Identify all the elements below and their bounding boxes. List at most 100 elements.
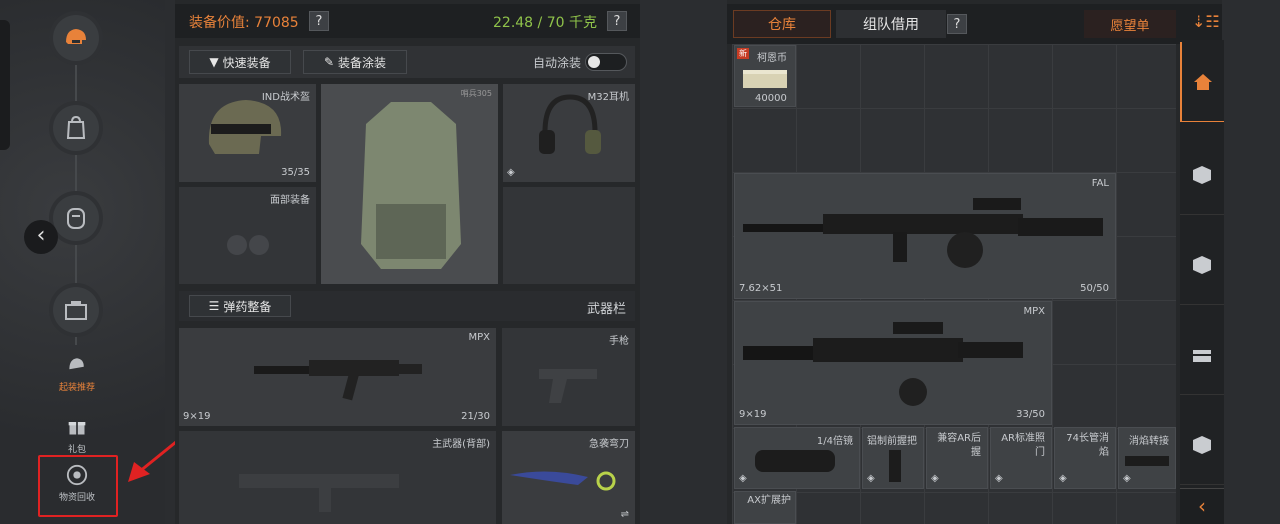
ammo-label: 弹药整备	[223, 299, 272, 314]
value-help-button[interactable]: ?	[309, 11, 329, 31]
armor-name: 哨兵305	[460, 89, 492, 98]
recycle-highlight-box	[38, 455, 118, 517]
helmet-slot[interactable]: IND战术盔 35/35	[179, 84, 316, 182]
armor-image	[361, 102, 461, 269]
attachment-item[interactable]: AR标准照门 ◈	[990, 427, 1052, 489]
mpx-storage-item[interactable]: MPX 9×19 33/50	[734, 301, 1052, 425]
coin-name: 柯恩币	[757, 53, 787, 64]
sidebar-item-backpack[interactable]	[53, 105, 99, 151]
fal-image	[743, 198, 1103, 268]
headset-image	[539, 94, 601, 154]
auto-paint-toggle[interactable]	[585, 53, 627, 71]
gasmask-icon	[227, 235, 269, 255]
auto-paint-label: 自动涂装	[533, 56, 582, 70]
attachment-item[interactable]: AX扩展护	[734, 491, 796, 524]
primary-caliber: 9×19	[183, 411, 211, 422]
tab-warehouse[interactable]: 仓库	[733, 10, 831, 38]
face-slot[interactable]: 面部装备	[179, 187, 316, 284]
face-name: 面部装备	[270, 195, 310, 206]
fal-name: FAL	[1091, 178, 1109, 189]
sort-icon[interactable]: ⇣☷	[1192, 12, 1220, 31]
equip-value: 装备价值: 77085	[189, 15, 299, 31]
recommend-button[interactable]: 起装推荐	[56, 352, 98, 393]
mpx-storage-caliber: 9×19	[739, 409, 767, 420]
equipment-panel: 装备价值: 77085 ? 22.48 / 70 千克 ? ▼ 快速装备 ✎ 装备涂…	[175, 0, 640, 524]
sidebar-item-rig[interactable]	[53, 195, 99, 241]
coin-item[interactable]: 新 柯恩币 40000	[734, 45, 796, 107]
primary-weapon-slot[interactable]: MPX 9×19 21/30	[179, 328, 496, 426]
fal-caliber: 7.62×51	[739, 283, 783, 294]
sidebar-item-box[interactable]	[53, 287, 99, 333]
nav-home[interactable]	[1180, 42, 1224, 122]
attachment-item[interactable]: 1/4倍镜 ◈	[734, 427, 860, 489]
wishlist-button[interactable]: 愿望单	[1084, 10, 1176, 38]
collapse-button[interactable]: ‹	[1180, 488, 1224, 524]
attachment-item[interactable]: 兼容AR后握 ◈	[926, 427, 988, 489]
shirt-icon: ▼	[209, 55, 219, 69]
new-badge: 新	[737, 48, 749, 59]
attachment-cube-icon: ◈	[1123, 473, 1131, 484]
home-icon	[1194, 73, 1212, 90]
box-icon	[1193, 435, 1211, 454]
quick-equip-button[interactable]: ▼ 快速装备	[189, 50, 291, 74]
nav-box-3[interactable]	[1180, 405, 1224, 485]
attachment-name: 消焰转接	[1129, 436, 1169, 447]
knife-name: 急袭弯刀	[589, 439, 629, 450]
weapon-bar-label: 武器栏	[587, 302, 627, 317]
attachment-name: 铝制前握把	[867, 436, 917, 447]
backpack-icon	[66, 115, 86, 139]
headset-slot[interactable]: M32耳机 ◈	[503, 84, 635, 182]
paint-label: 装备涂装	[338, 55, 387, 70]
nav-box-2[interactable]	[1180, 225, 1224, 305]
quick-equip-label: 快速装备	[222, 55, 271, 70]
fal-item[interactable]: FAL 7.62×51 50/50	[734, 173, 1116, 299]
equip-weight: 22.48 / 70 千克	[493, 15, 597, 31]
primary-name: MPX	[468, 332, 490, 343]
empty-slot[interactable]	[503, 187, 635, 284]
gift-button[interactable]: 礼包	[56, 414, 98, 455]
attachment-item[interactable]: 消焰转接 ◈	[1118, 427, 1176, 489]
back-button[interactable]: ‹	[24, 220, 58, 254]
box-icon	[65, 301, 87, 320]
mpx-image	[254, 360, 422, 401]
knife-slot[interactable]: 急袭弯刀 ⇌	[502, 431, 635, 524]
ammo-icon: ☰	[208, 299, 220, 313]
nav-chest[interactable]	[1180, 315, 1224, 395]
cash-stack-icon	[743, 70, 787, 88]
recommend-icon	[69, 358, 84, 370]
pistol-slot[interactable]: 手枪	[502, 328, 635, 426]
sidebar-item-helmet[interactable]	[53, 15, 99, 61]
ammo-button[interactable]: ☰ 弹药整备	[189, 295, 291, 317]
attachment-cube-icon: ◈	[867, 473, 875, 484]
knife-more-icon: ⇌	[620, 509, 629, 520]
chest-icon	[1193, 349, 1211, 362]
flash-adapter-image	[1125, 456, 1169, 466]
knife-image	[510, 471, 616, 491]
attachment-name: AX扩展护	[747, 495, 791, 506]
tab-team-borrow[interactable]: 组队借用	[836, 10, 946, 38]
attachment-cube-icon: ◈	[995, 473, 1003, 484]
helmet-durability: 35/35	[281, 167, 310, 178]
helmet-icon	[66, 29, 86, 44]
attachment-name: 兼容AR后握	[937, 433, 981, 458]
attachment-cube-icon: ◈	[1059, 473, 1067, 484]
gift-icon	[68, 422, 86, 435]
attachment-item[interactable]: 74长管消焰 ◈	[1054, 427, 1116, 489]
paint-button[interactable]: ✎ 装备涂装	[303, 50, 407, 74]
helmet-image	[208, 100, 282, 154]
main-back-slot[interactable]: 主武器(背部)	[179, 431, 496, 524]
coin-count: 40000	[755, 93, 787, 104]
box-icon	[1193, 255, 1211, 274]
mpx-storage-name: MPX	[1023, 306, 1045, 317]
nav-box-1[interactable]	[1180, 135, 1224, 215]
armor-slot[interactable]: 哨兵305	[321, 84, 498, 284]
spray-icon: ✎	[323, 55, 335, 69]
box-icon	[1193, 165, 1211, 184]
attachment-item[interactable]: 铝制前握把 ◈	[862, 427, 924, 489]
headset-cube-icon: ◈	[507, 167, 515, 178]
storage-help-button[interactable]: ?	[947, 14, 967, 34]
sidebar-edge	[0, 20, 10, 150]
fal-ammo: 50/50	[1080, 283, 1109, 294]
headset-name: M32耳机	[587, 92, 629, 103]
weight-help-button[interactable]: ?	[607, 11, 627, 31]
